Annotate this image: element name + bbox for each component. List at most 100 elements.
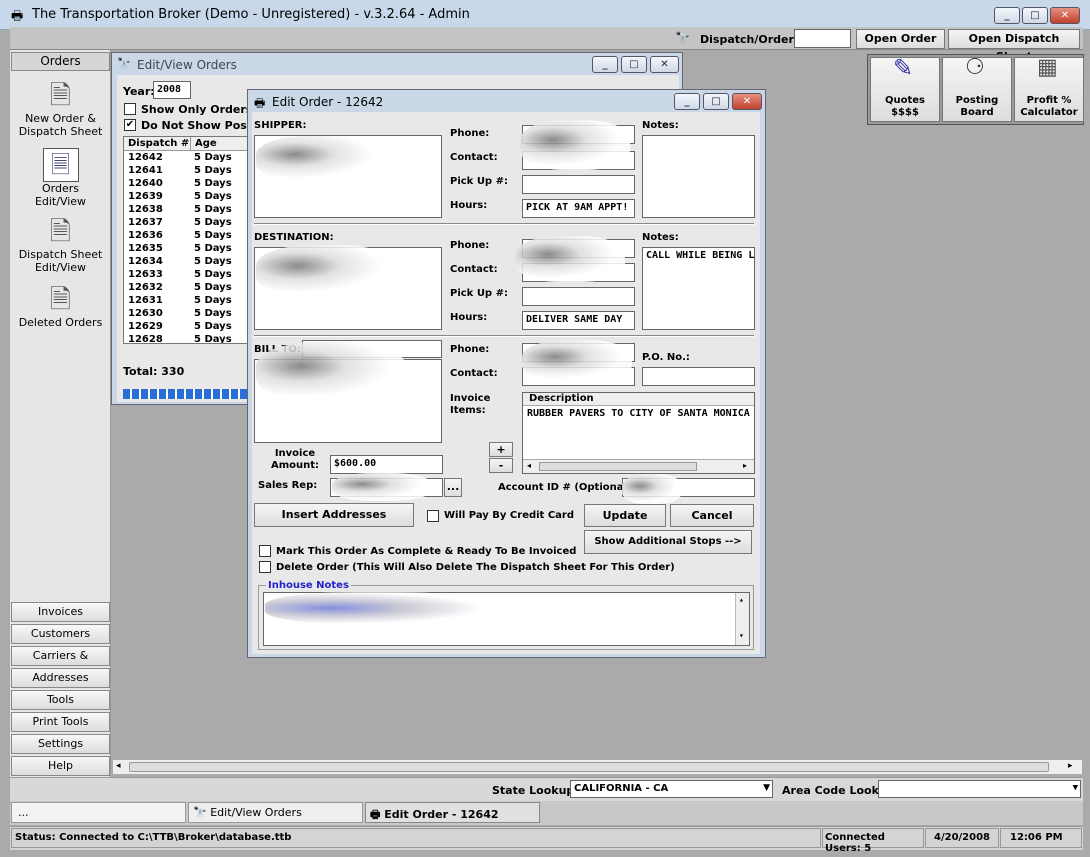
destination-pickup-input[interactable]: [522, 287, 635, 306]
invoice-items-grid[interactable]: Description RUBBER PAVERS TO CITY OF SAN…: [522, 392, 755, 474]
profit-calculator-button[interactable]: ▦ Profit % Calculator: [1014, 57, 1084, 122]
eo-minimize-button[interactable]: _: [674, 93, 700, 110]
sidebar-header-orders[interactable]: Orders: [11, 52, 110, 71]
taskbar-item-edit-view[interactable]: 🔭 Edit/View Orders: [188, 802, 363, 823]
sidebar-invoices[interactable]: Invoices: [11, 602, 110, 622]
table-row[interactable]: 12629 5 Days: [124, 321, 252, 334]
table-row[interactable]: 12631 5 Days: [124, 295, 252, 308]
chevron-down-icon[interactable]: ▼: [763, 783, 770, 793]
cancel-button[interactable]: Cancel: [670, 504, 754, 527]
dispatch-number-cell: 12637: [128, 217, 163, 228]
table-row[interactable]: 12638 5 Days: [124, 204, 252, 217]
profit-sublabel: Calculator: [1020, 107, 1078, 118]
taskbar-item-edit-order[interactable]: 🖶 Edit Order - 12642: [365, 802, 540, 823]
destination-notes-input[interactable]: CALL WHILE BEING L: [642, 247, 755, 330]
destination-pickup-label: Pick Up #:: [450, 288, 508, 299]
ev-maximize-button[interactable]: □: [621, 56, 647, 73]
open-order-button[interactable]: Open Order: [856, 29, 945, 49]
shipper-hours-input[interactable]: PICK AT 9AM APPT!: [522, 199, 635, 218]
notes-scrollbar[interactable]: ▴ ▾: [735, 593, 749, 645]
redacted-scribble: [332, 473, 432, 501]
quotes-button[interactable]: ✎ Quotes $$$$: [870, 56, 940, 122]
invoice-item-row[interactable]: RUBBER PAVERS TO CITY OF SANTA MONICA: [523, 406, 754, 421]
mdi-horizontal-scrollbar[interactable]: ◂ ▸: [112, 759, 1083, 775]
calculator-icon: ▦: [1037, 55, 1058, 80]
table-row[interactable]: 12637 5 Days: [124, 217, 252, 230]
table-row[interactable]: 12642 5 Days: [124, 152, 252, 165]
divider: [254, 335, 754, 337]
sidebar-item-dispatch-sheet[interactable]: 🗎 Dispatch Sheet Edit/View: [11, 216, 110, 278]
table-row[interactable]: 12628 5 Days: [124, 334, 252, 343]
table-row[interactable]: 12639 5 Days: [124, 191, 252, 204]
sidebar-customers[interactable]: Customers: [11, 624, 110, 644]
maximize-button[interactable]: □: [1022, 7, 1048, 24]
scroll-down-icon[interactable]: ▾: [739, 631, 744, 640]
eo-maximize-button[interactable]: □: [703, 93, 729, 110]
grid-scroll-thumb[interactable]: [539, 462, 697, 471]
scroll-left-arrow-icon[interactable]: ◂: [116, 761, 121, 771]
po-input[interactable]: [642, 367, 755, 386]
ev-close-button[interactable]: ✕: [650, 56, 679, 73]
area-code-select[interactable]: ▼: [878, 780, 1081, 798]
show-only-checkbox[interactable]: [124, 103, 136, 115]
delete-order-checkbox[interactable]: [259, 561, 271, 573]
remove-item-button[interactable]: -: [489, 458, 513, 473]
description-column-header[interactable]: Description: [523, 393, 754, 406]
shipper-pickup-label: Pick Up #:: [450, 176, 508, 187]
shipper-notes-input[interactable]: [642, 135, 755, 218]
shipper-pickup-input[interactable]: [522, 175, 635, 194]
table-row[interactable]: 12630 5 Days: [124, 308, 252, 321]
show-additional-stops-button[interactable]: Show Additional Stops -->: [584, 530, 752, 554]
sidebar-item-orders-edit-view[interactable]: 🗏 Orders Edit/View: [11, 148, 110, 210]
profit-label: Profit %: [1026, 95, 1072, 106]
add-item-button[interactable]: +: [489, 442, 513, 457]
minimize-button[interactable]: _: [994, 7, 1020, 24]
scroll-thumb[interactable]: [129, 762, 1049, 772]
grid-horizontal-scrollbar[interactable]: ◂ ▸: [523, 459, 754, 473]
dispatch-order-input[interactable]: [794, 29, 851, 48]
table-row[interactable]: 12641 5 Days: [124, 165, 252, 178]
open-dispatch-sheet-button[interactable]: Open Dispatch Sheet: [948, 29, 1080, 63]
sidebar-carriers-factors[interactable]: Carriers & Factors: [11, 646, 110, 680]
table-row[interactable]: 12633 5 Days: [124, 269, 252, 282]
dispatch-number-cell: 12640: [128, 178, 163, 189]
scroll-right-arrow-icon[interactable]: ▸: [1068, 761, 1073, 771]
sidebar-addresses[interactable]: Addresses: [11, 668, 110, 688]
mark-complete-checkbox[interactable]: [259, 545, 271, 557]
update-button[interactable]: Update: [584, 504, 666, 527]
sidebar-print-tools[interactable]: Print Tools: [11, 712, 110, 732]
destination-hours-input[interactable]: DELIVER SAME DAY: [522, 311, 635, 330]
eo-close-button[interactable]: ✕: [732, 93, 762, 110]
orders-list[interactable]: Dispatch # Age 12642 5 Days 12641 5 Days 126…: [123, 136, 253, 344]
age-cell: 5 Days: [194, 282, 232, 293]
scroll-up-icon[interactable]: ▴: [739, 595, 744, 604]
sidebar-item-new-order[interactable]: 🗎 New Order & Dispatch Sheet: [11, 80, 110, 142]
col-age[interactable]: Age: [190, 137, 217, 150]
col-dispatch[interactable]: Dispatch #: [128, 138, 189, 149]
quotes-label: Quotes: [884, 95, 925, 106]
sidebar-item-deleted-orders[interactable]: 🗎 Deleted Orders: [11, 284, 110, 332]
insert-addresses-button[interactable]: Insert Addresses: [254, 503, 414, 527]
close-button[interactable]: ✕: [1050, 7, 1080, 24]
grid-scroll-left-icon[interactable]: ◂: [527, 461, 531, 470]
chevron-down-icon[interactable]: ▼: [1073, 783, 1078, 793]
table-row[interactable]: 12636 5 Days: [124, 230, 252, 243]
posting-board-button[interactable]: ⚆ Posting Board: [942, 57, 1012, 122]
sidebar-settings[interactable]: Settings: [11, 734, 110, 754]
table-row[interactable]: 12635 5 Days: [124, 243, 252, 256]
credit-card-checkbox[interactable]: [427, 510, 439, 522]
table-row[interactable]: 12640 5 Days: [124, 178, 252, 191]
taskbar-edit-view-label: Edit/View Orders: [210, 806, 302, 819]
sidebar-tools[interactable]: Tools: [11, 690, 110, 710]
sidebar-help[interactable]: Help: [11, 756, 110, 776]
invoice-amount-input[interactable]: $600.00: [330, 455, 443, 474]
table-row[interactable]: 12632 5 Days: [124, 282, 252, 295]
grid-scroll-right-icon[interactable]: ▸: [743, 461, 747, 470]
dont-show-checkbox[interactable]: ✔: [124, 119, 136, 131]
taskbar-item-dots[interactable]: ...: [11, 802, 186, 823]
table-row[interactable]: 12634 5 Days: [124, 256, 252, 269]
state-lookup-select[interactable]: CALIFORNIA - CA ▼: [570, 780, 773, 798]
year-input[interactable]: 2008: [153, 81, 191, 99]
ev-minimize-button[interactable]: _: [592, 56, 618, 73]
sales-rep-browse-button[interactable]: ...: [444, 478, 462, 497]
